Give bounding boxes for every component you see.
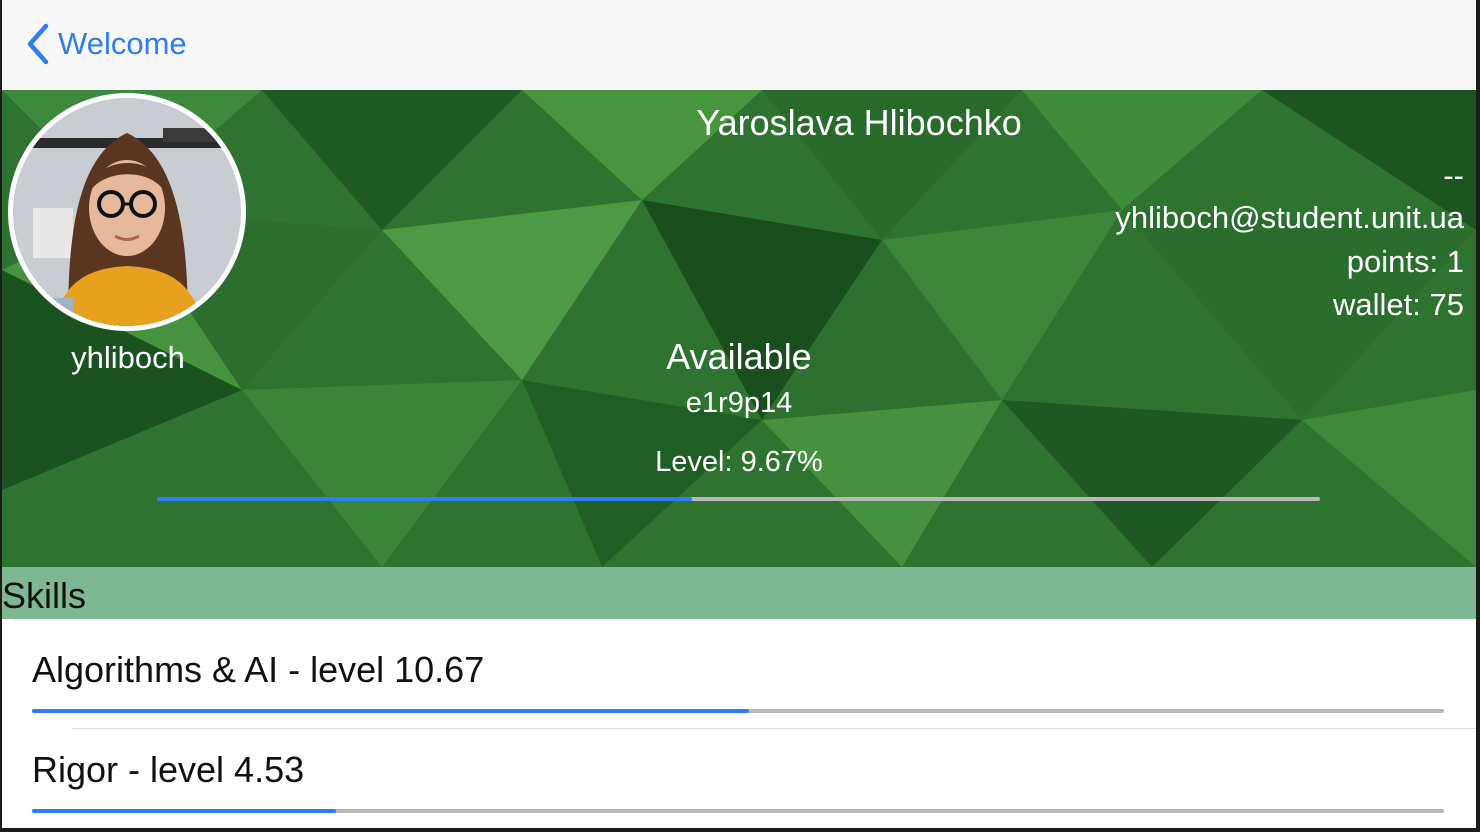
skill-progress-bar [32, 809, 1444, 813]
skill-label: Rigor - level 4.53 [32, 749, 305, 790]
back-button-label: Welcome [58, 26, 187, 61]
wallet: wallet: 75 [1333, 287, 1464, 322]
skill-progress-fill [32, 809, 336, 813]
skill-progress-bar [32, 709, 1444, 713]
profile-header: Yaroslava Hlibochko -- yhliboch@student.… [2, 90, 1476, 567]
level-label: Level: 9.67% [655, 446, 823, 478]
skill-label: Algorithms & AI - level 10.67 [32, 649, 485, 690]
location: e1r9p14 [685, 387, 793, 419]
section-title: Skills [2, 575, 87, 616]
skill-progress-fill [32, 709, 750, 713]
chevron-left-icon [27, 23, 49, 65]
skill-row[interactable]: Rigor - level 4.53 [2, 719, 1476, 819]
level-progress-fill [157, 497, 692, 501]
navigation-bar: Welcome [2, 0, 1476, 90]
skills-section-header: Skills [2, 567, 1476, 619]
level-progress-bar [157, 497, 1320, 501]
skill-row[interactable]: Algorithms & AI - level 10.67 [2, 619, 1476, 719]
full-name: Yaroslava Hlibochko [696, 102, 1022, 143]
back-button[interactable]: Welcome [24, 22, 187, 66]
app-screen: Welcome Yaroslava Hlibochko -- yhliboch@… [2, 0, 1476, 828]
email: yhliboch@student.unit.ua [1115, 200, 1464, 235]
points: points: 1 [1346, 244, 1464, 279]
status: Available [666, 336, 812, 377]
phone-number: -- [1443, 158, 1464, 193]
